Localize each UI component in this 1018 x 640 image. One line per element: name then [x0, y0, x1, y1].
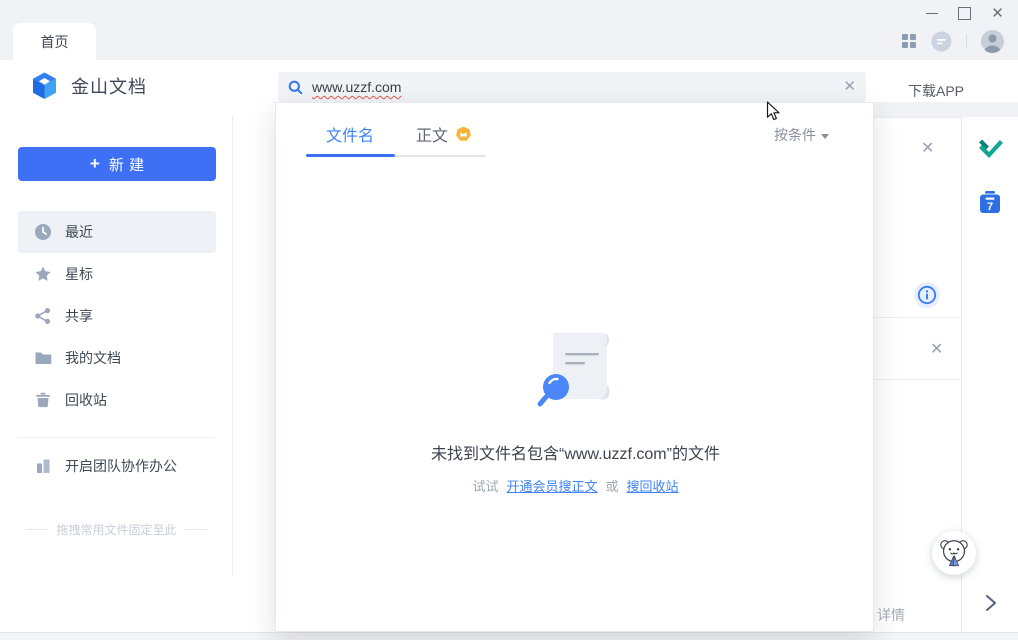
app-window: 首页 ✕ [0, 0, 1018, 640]
or-text: 或 [606, 479, 619, 494]
content-top-band [866, 102, 1018, 117]
close-icon: ✕ [991, 6, 1004, 21]
empty-search-result: 未找到文件名包含“www.uzzf.com”的文件 试试开通会员搜正文或搜回收站 [276, 327, 875, 495]
sidebar-item-recent[interactable]: 最近 [18, 211, 216, 253]
maximize-button[interactable] [948, 0, 981, 26]
search-dropdown-panel: 文件名 正文 按条件 [275, 102, 874, 632]
sidebar-item-starred[interactable]: 星标 [18, 253, 216, 295]
chevron-down-icon [821, 134, 829, 139]
inactive-tab-indicator [395, 155, 486, 157]
trash-icon [34, 391, 52, 409]
sidebar-item-recycle-bin[interactable]: 回收站 [18, 379, 216, 421]
plus-icon: + [90, 154, 100, 174]
notice-close-icon[interactable]: ✕ [930, 342, 943, 358]
sidebar-item-shared[interactable]: 共享 [18, 295, 216, 337]
close-button[interactable]: ✕ [981, 0, 1014, 26]
sidebar: + 新建 最近 星标 共享 [0, 115, 233, 632]
sidebar-item-label: 我的文档 [65, 348, 121, 368]
clock-icon [34, 223, 52, 241]
member-search-link[interactable]: 开通会员搜正文 [506, 479, 597, 494]
info-icon[interactable] [914, 282, 940, 313]
sidebar-item-label: 回收站 [65, 390, 107, 410]
maximize-icon [958, 7, 971, 20]
app-name: 金山文档 [71, 73, 147, 99]
team-collaboration-label: 开启团队协作办公 [65, 456, 177, 476]
app-logo-icon [31, 72, 58, 100]
tab-fulltext-label: 正文 [416, 122, 448, 146]
brand: 金山文档 [31, 72, 147, 100]
building-icon [34, 457, 52, 475]
minimize-icon [926, 13, 938, 14]
recycle-search-link[interactable]: 搜回收站 [627, 479, 679, 494]
sidebar-item-label: 星标 [65, 264, 93, 284]
tab-home[interactable]: 首页 [13, 23, 96, 60]
card-divider [874, 317, 961, 318]
new-button-label: 新建 [109, 154, 150, 175]
window-controls: ✕ [915, 0, 1014, 26]
messages-icon[interactable] [931, 31, 952, 52]
share-icon [34, 307, 52, 325]
filter-by-condition-button[interactable]: 按条件 [774, 125, 829, 145]
sidebar-item-label: 共享 [65, 306, 93, 326]
pin-hint-dash-left [26, 529, 48, 530]
clear-search-icon[interactable]: ✕ [843, 79, 856, 94]
titlebar-icon-row [901, 28, 1004, 54]
card-top-border [874, 117, 961, 118]
tab-filename[interactable]: 文件名 [326, 122, 374, 146]
pin-hint-dash-right [185, 529, 207, 530]
titlebar-separator [966, 34, 967, 48]
banner-close-icon[interactable]: ✕ [921, 141, 934, 157]
expand-panel-chevron-icon[interactable] [985, 594, 997, 617]
search-icon [288, 80, 303, 95]
folder-icon [34, 349, 52, 367]
new-document-button[interactable]: + 新建 [18, 147, 216, 181]
try-prefix: 试试 [472, 479, 498, 494]
search-query-text: www.uzzf.com [312, 79, 401, 95]
card-divider [874, 379, 961, 380]
details-link[interactable]: 详情 [877, 605, 905, 625]
assistant-mascot[interactable] [932, 531, 976, 575]
empty-document-illustration [533, 327, 619, 418]
empty-result-suggestions: 试试开通会员搜正文或搜回收站 [276, 476, 875, 495]
active-tab-indicator [306, 154, 395, 157]
vip-crown-icon [455, 126, 472, 143]
window-bottom-strip [0, 632, 1018, 640]
sidebar-item-my-documents[interactable]: 我的文档 [18, 337, 216, 379]
apps-grid-icon[interactable] [901, 33, 917, 49]
search-input[interactable]: www.uzzf.com ✕ [278, 72, 866, 102]
sidebar-item-team-collaboration[interactable]: 开启团队协作办公 [18, 445, 216, 487]
sidebar-divider [232, 115, 233, 575]
sidebar-nav: 最近 星标 共享 我的文档 [18, 211, 216, 421]
avatar[interactable] [981, 30, 1004, 53]
empty-result-title: 未找到文件名包含“www.uzzf.com”的文件 [276, 440, 875, 464]
sidebar-item-label: 最近 [65, 222, 93, 242]
star-icon [34, 265, 52, 283]
pin-hint: 拖拽常用文件固定至此 [0, 521, 233, 538]
download-app-button[interactable]: 下载APP [908, 81, 964, 101]
titlebar: 首页 ✕ [0, 0, 1018, 60]
sidebar-section-divider [18, 437, 215, 438]
filter-label: 按条件 [774, 125, 816, 145]
minimize-button[interactable] [915, 0, 948, 26]
tab-home-label: 首页 [41, 32, 69, 52]
todo-checks-icon[interactable] [979, 138, 1003, 167]
tab-fulltext[interactable]: 正文 [416, 122, 472, 146]
calendar-7-icon[interactable]: 7 [979, 190, 1001, 219]
pin-hint-label: 拖拽常用文件固定至此 [56, 521, 176, 538]
svg-text:7: 7 [987, 201, 993, 213]
